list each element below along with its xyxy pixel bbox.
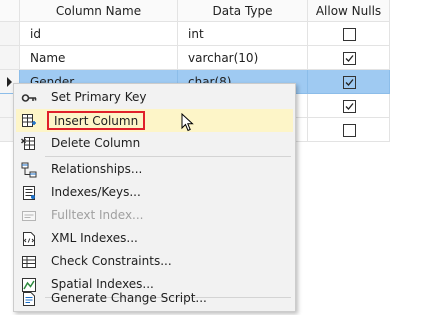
allow-nulls-checkbox[interactable] [343,52,356,65]
menu-item-label: Delete Column [51,136,141,150]
allow-nulls-header[interactable]: Allow Nulls [308,0,390,22]
indexes-icon [21,185,37,201]
fulltext-icon [21,208,37,224]
check-mark-icon [345,103,354,110]
row-selector[interactable] [0,22,20,46]
insert-column-icon [21,113,37,129]
key-icon [21,90,37,106]
allow-nulls-checkbox[interactable] [343,76,356,89]
mouse-pointer-icon [181,113,194,132]
data-type-cell[interactable]: int [178,22,308,46]
menu-item-label: Check Constraints... [51,254,172,268]
allow-nulls-checkbox[interactable] [343,100,356,113]
menu-item-xml-indexes[interactable]: XML Indexes... [16,227,293,250]
current-row-arrow-icon [7,77,12,87]
allow-nulls-cell [308,94,390,118]
menu-item-generate-change-script[interactable]: Generate Change Script... [16,287,293,310]
change-script-icon [21,291,37,307]
menu-item-label: XML Indexes... [51,231,138,245]
menu-separator [45,156,291,157]
menu-item-label: Fulltext Index... [51,208,144,222]
delete-column-icon [20,136,37,152]
menu-item-check-constraints[interactable]: Check Constraints... [16,250,293,273]
allow-nulls-checkbox[interactable] [343,28,356,41]
check-constraints-icon [21,254,37,270]
allow-nulls-checkbox[interactable] [343,124,356,137]
check-mark-icon [345,55,354,62]
column-name-header[interactable]: Column Name [20,0,178,22]
allow-nulls-cell [308,70,390,94]
xml-indexes-icon [21,231,37,247]
table-row[interactable]: Name varchar(10) [0,46,425,70]
menu-item-label: Insert Column [47,111,146,130]
context-menu: Set Primary Key Insert Column Delete Col… [13,83,296,312]
table-row[interactable]: id int [0,22,425,46]
data-type-cell[interactable]: varchar(10) [178,46,308,70]
menu-item-insert-column[interactable]: Insert Column [16,109,293,132]
menu-item-label: Relationships... [51,162,143,176]
menu-item-fulltext-index[interactable]: Fulltext Index... [16,204,293,227]
allow-nulls-cell [308,118,390,142]
column-name-cell[interactable]: Name [20,46,178,70]
menu-item-label: Set Primary Key [51,90,147,104]
relationships-icon [21,162,37,178]
menu-item-set-primary-key[interactable]: Set Primary Key [16,86,293,109]
row-selector[interactable] [0,46,20,70]
menu-item-label: Indexes/Keys... [51,185,141,199]
column-name-cell[interactable]: id [20,22,178,46]
allow-nulls-cell [308,46,390,70]
row-selector-header [0,0,20,22]
menu-item-label: Generate Change Script... [51,291,207,305]
menu-item-indexes-keys[interactable]: Indexes/Keys... [16,181,293,204]
menu-item-relationships[interactable]: Relationships... [16,158,293,181]
data-type-header[interactable]: Data Type [178,0,308,22]
allow-nulls-cell [308,22,390,46]
check-mark-icon [345,79,354,86]
menu-item-delete-column[interactable]: Delete Column [16,132,293,155]
